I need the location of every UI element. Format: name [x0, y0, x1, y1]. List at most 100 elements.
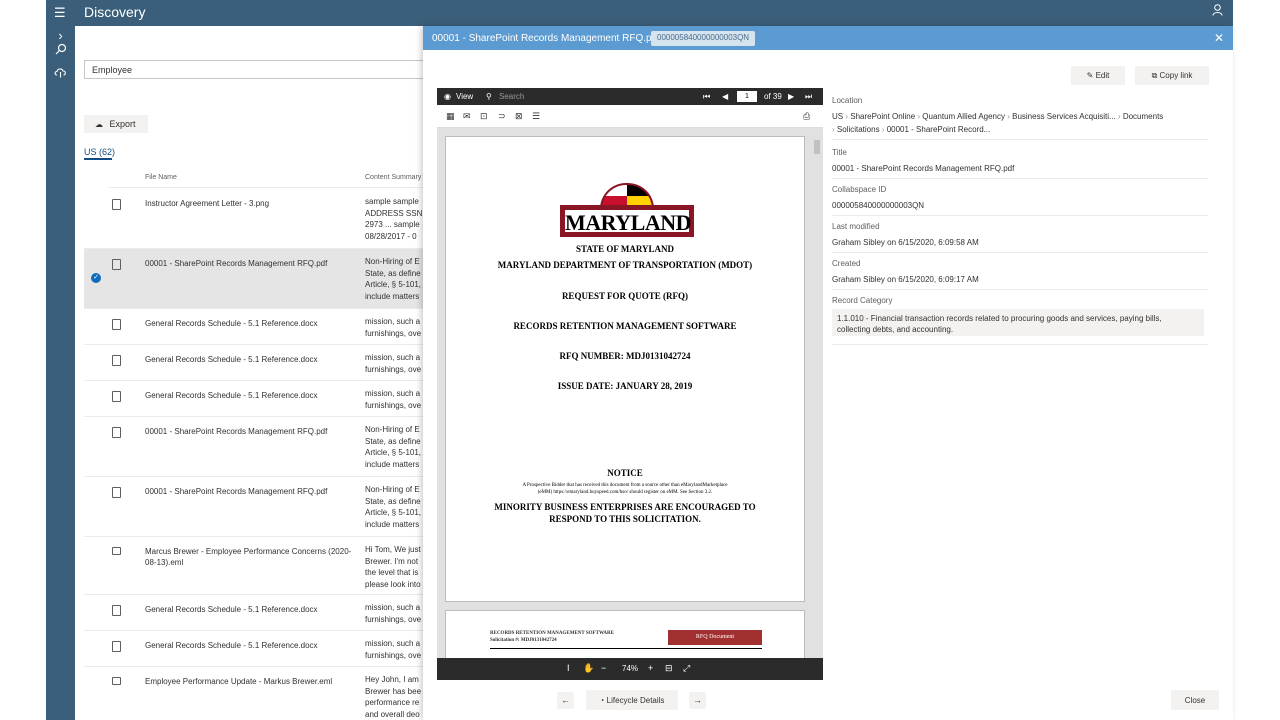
file-name: General Records Schedule - 5.1 Reference… — [145, 641, 318, 650]
doc-line: RECORDS RETENTION MANAGEMENT SOFTWARE — [490, 631, 614, 636]
viewer-zoom-bar: I ✋ − 74% + ⊟ ⤢ — [437, 658, 823, 680]
previous-item-icon[interactable]: ← — [557, 692, 574, 709]
thumbnails-icon[interactable]: ▦ — [446, 111, 455, 122]
view-button[interactable]: View — [456, 92, 473, 101]
word-file-icon — [112, 391, 121, 402]
next-page-icon[interactable]: ▶ — [788, 92, 794, 101]
divider — [832, 252, 1208, 253]
hamburger-menu-icon[interactable]: ☰ — [54, 5, 66, 21]
close-icon[interactable]: ✕ — [1214, 31, 1224, 45]
created-label: Created — [832, 259, 861, 268]
close-button[interactable]: Close — [1171, 690, 1219, 710]
redact-icon[interactable]: ⊠ — [515, 111, 523, 122]
file-name: Instructor Agreement Letter - 3.png — [145, 199, 270, 208]
pivot-tab-us[interactable]: US (62) — [84, 147, 115, 157]
content-summary: mission, such a furnishings, ove — [365, 389, 422, 410]
doc-line: REQUEST FOR QUOTE (RFQ) — [561, 291, 689, 301]
list-icon[interactable]: ☰ — [532, 111, 540, 122]
cloud-icon[interactable] — [46, 66, 75, 81]
pdf-page: MARYLAND STATE OF MARYLAND MARYLAND DEPA… — [445, 136, 805, 602]
table-row[interactable]: Marcus Brewer - Employee Performance Con… — [84, 537, 428, 595]
search-input[interactable]: Employee — [84, 60, 429, 79]
table-row[interactable]: General Records Schedule - 5.1 Reference… — [84, 309, 428, 345]
word-file-icon — [112, 605, 121, 616]
content-summary: Hi Tom, We just Brewer. I'm not the level … — [365, 545, 421, 589]
first-page-icon[interactable]: ⏮ — [703, 92, 710, 102]
attachment-icon[interactable]: ⊃ — [498, 111, 506, 122]
file-name: General Records Schedule - 5.1 Reference… — [145, 391, 318, 400]
doc-line: RECORDS RETENTION MANAGEMENT SOFTWARE — [513, 321, 737, 331]
previous-page-icon[interactable]: ◀ — [722, 92, 728, 101]
hand-icon[interactable]: ✋ — [583, 663, 594, 674]
export-label: Export — [109, 119, 136, 129]
location-breadcrumb: US › SharePoint Online › Quantum Allied … — [832, 112, 1164, 121]
chevron-right-icon[interactable]: › — [46, 28, 75, 43]
notice-text: A Prospective Bidder that has received t… — [522, 483, 728, 488]
next-item-icon[interactable]: → — [689, 692, 706, 709]
file-name: General Records Schedule - 5.1 Reference… — [145, 355, 318, 364]
edit-button[interactable]: ✎ Edit — [1071, 66, 1125, 85]
divider — [490, 648, 762, 649]
table-row[interactable]: Employee Performance Update - Markus Bre… — [84, 667, 428, 720]
id-badge: 000005840000000003QN — [651, 31, 756, 46]
zoom-level[interactable]: 74% — [622, 664, 638, 673]
table-row[interactable]: Instructor Agreement Letter - 3.png samp… — [84, 189, 428, 249]
viewer-toolbar: ◉ View ⚲ Search ⏮ ◀ 1 of 39 ▶ ⏭ — [437, 88, 823, 105]
panel-title: 00001 - SharePoint Records Management RF… — [432, 33, 660, 44]
fit-page-icon[interactable]: ⤢ — [683, 663, 690, 674]
image-file-icon — [112, 199, 121, 210]
record-category-label: Record Category — [832, 296, 893, 305]
word-file-icon — [112, 641, 121, 652]
zoom-out-icon[interactable]: − — [601, 663, 606, 673]
search-icon[interactable]: ⚲ — [486, 92, 492, 101]
table-row[interactable]: ✓ 00001 - SharePoint Records Management … — [84, 249, 428, 309]
doc-line: Solicitation #: MDJ0131042724 — [490, 638, 557, 643]
pivot-underline — [84, 158, 112, 160]
table-row[interactable]: General Records Schedule - 5.1 Reference… — [84, 595, 428, 631]
file-name: 00001 - SharePoint Records Management RF… — [145, 259, 328, 268]
left-rail: › — [46, 26, 75, 720]
file-name: Employee Performance Update - Markus Bre… — [145, 677, 333, 686]
export-button[interactable]: ☁ Export — [84, 115, 148, 133]
user-icon[interactable] — [1212, 4, 1223, 19]
file-name: Marcus Brewer - Employee Performance Con… — [145, 547, 352, 567]
zoom-in-icon[interactable]: + — [648, 663, 653, 673]
last-modified-label: Last modified — [832, 222, 880, 231]
table-row[interactable]: 00001 - SharePoint Records Management RF… — [84, 417, 428, 477]
divider — [832, 289, 1208, 290]
table-row[interactable]: General Records Schedule - 5.1 Reference… — [84, 345, 428, 381]
fit-width-icon[interactable]: ⊟ — [665, 663, 673, 674]
column-file-name[interactable]: File Name — [145, 174, 177, 181]
content-summary: mission, such a furnishings, ove — [365, 317, 422, 338]
scrollbar-thumb[interactable] — [814, 140, 820, 154]
comment-icon[interactable]: ✉ — [463, 111, 471, 122]
print-icon[interactable]: ⎙ — [803, 111, 810, 122]
file-name: 00001 - SharePoint Records Management RF… — [145, 427, 328, 436]
page-total: of 39 — [764, 92, 782, 101]
table-row[interactable]: 00001 - SharePoint Records Management RF… — [84, 477, 428, 537]
divider — [832, 139, 1208, 140]
copy-link-label: Copy link — [1159, 71, 1193, 80]
file-name: 00001 - SharePoint Records Management RF… — [145, 487, 328, 496]
viewer-search-input[interactable]: Search — [499, 92, 524, 101]
last-page-icon[interactable]: ⏭ — [805, 92, 812, 102]
copy-link-button[interactable]: ⧉ Copy link — [1135, 66, 1209, 85]
checkmark-icon[interactable]: ✓ — [91, 273, 101, 283]
viewer-scrollbar[interactable] — [813, 135, 821, 655]
search-icon[interactable] — [46, 43, 75, 58]
pdf-viewer: ◉ View ⚲ Search ⏮ ◀ 1 of 39 ▶ ⏭ ▦ ✉ ⊡ ⊃ … — [437, 88, 823, 680]
select-area-icon[interactable]: ⊡ — [480, 111, 488, 122]
column-content-summary[interactable]: Content Summary — [365, 174, 421, 181]
mail-icon — [112, 677, 121, 685]
link-icon: ⧉ — [1151, 71, 1158, 80]
list-header: File Name Content Summary — [108, 168, 428, 188]
table-row[interactable]: General Records Schedule - 5.1 Reference… — [84, 381, 428, 417]
page-number-input[interactable]: 1 — [737, 91, 757, 102]
divider — [832, 215, 1208, 216]
eye-icon[interactable]: ◉ — [444, 92, 451, 101]
word-file-icon — [112, 319, 121, 330]
text-select-icon[interactable]: I — [567, 663, 570, 673]
table-row[interactable]: General Records Schedule - 5.1 Reference… — [84, 631, 428, 667]
content-summary: Hey John, I am Brewer has bee performance … — [365, 675, 422, 719]
lifecycle-details-button[interactable]: ◔ Lifecycle Details — [586, 690, 678, 710]
